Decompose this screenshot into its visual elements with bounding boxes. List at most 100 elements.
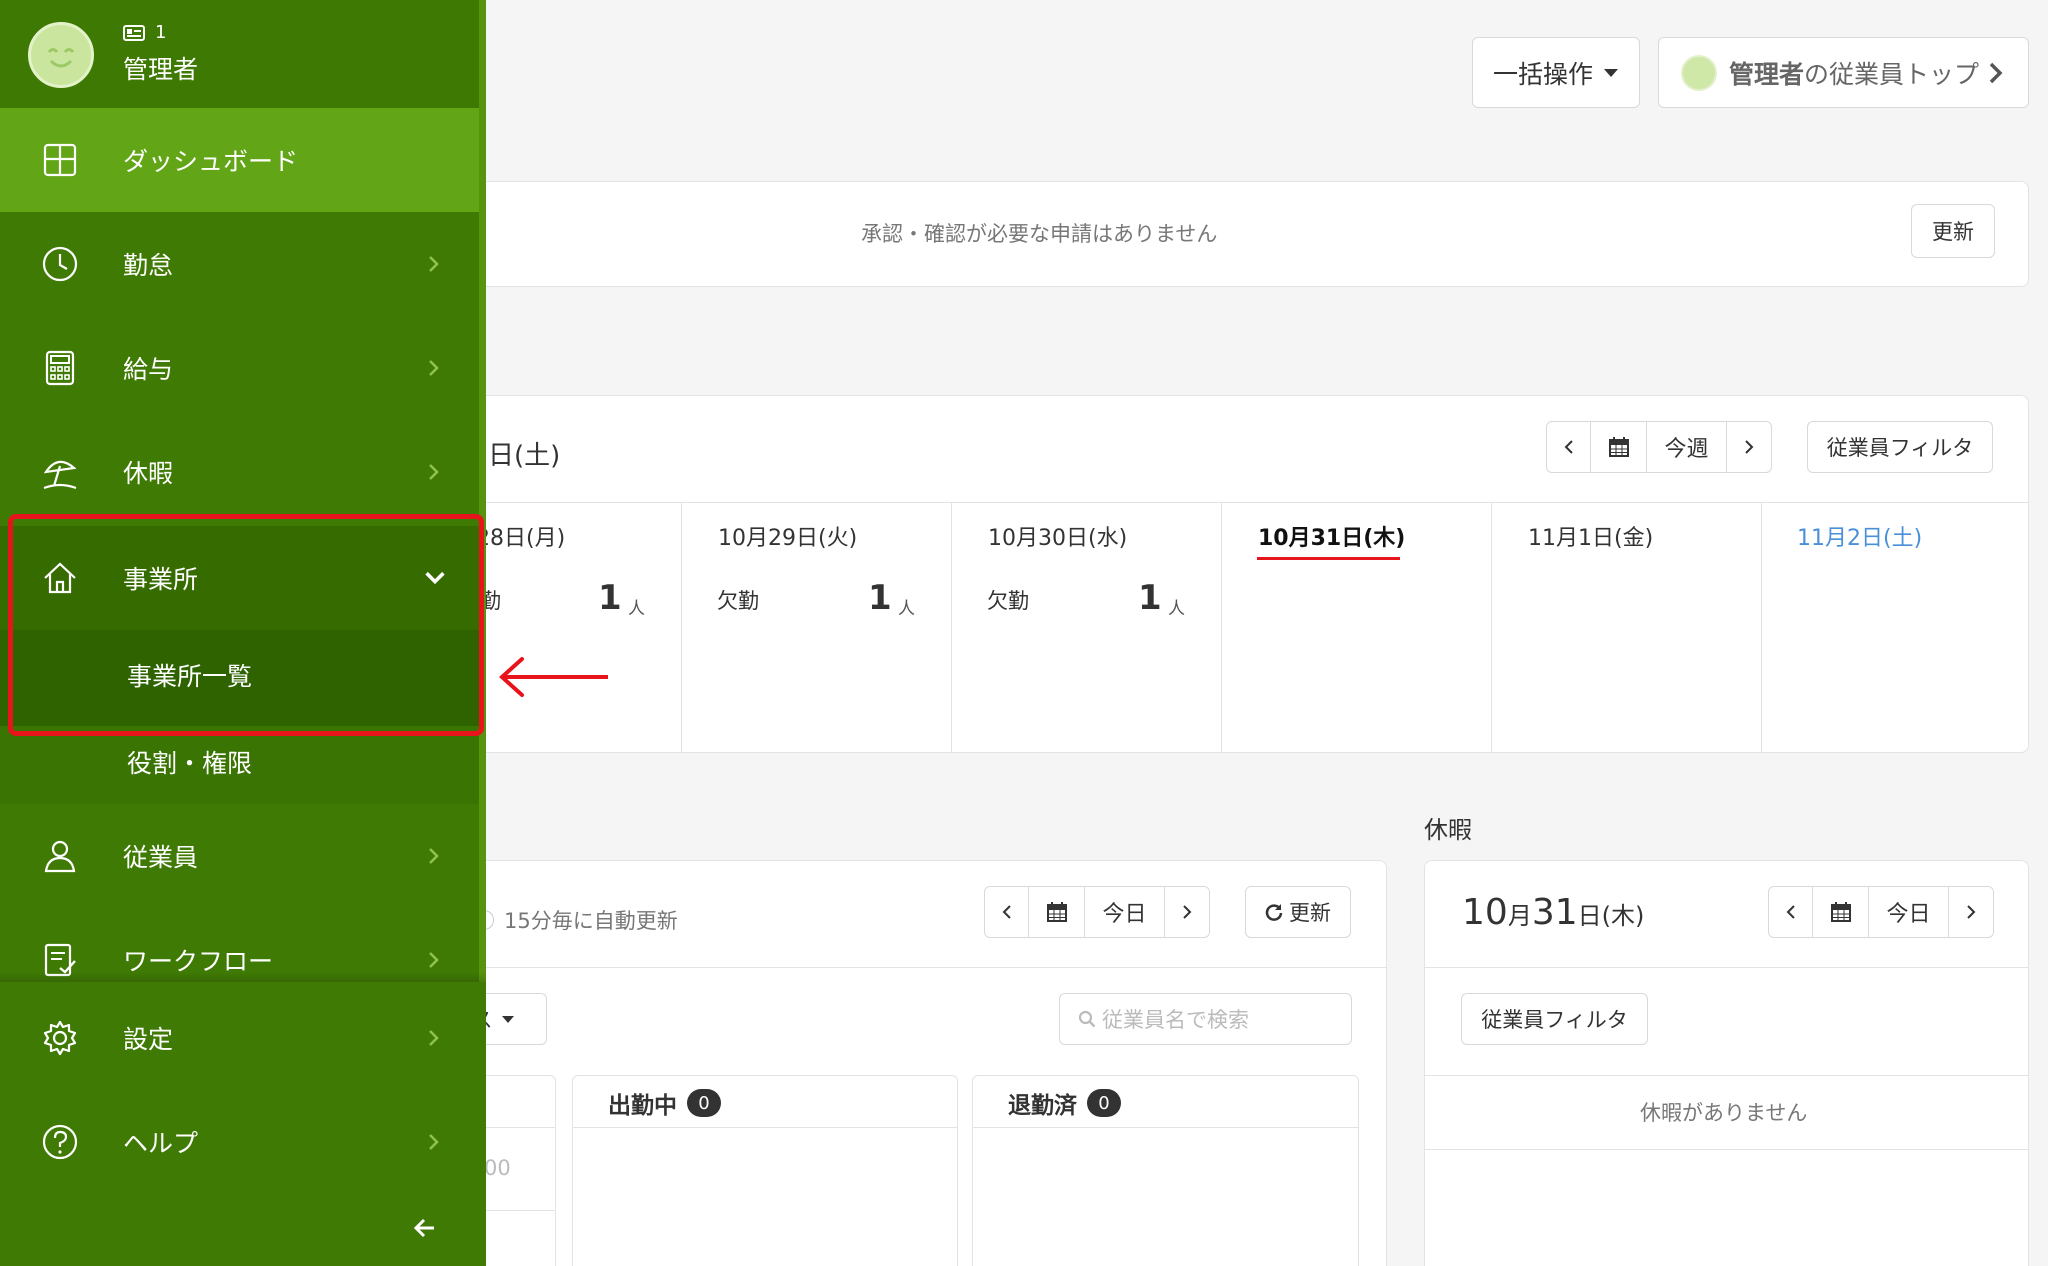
employee-search-input[interactable]: 従業員名で検索 — [1059, 993, 1352, 1045]
vacation-date-day-unit: 日(木) — [1577, 902, 1645, 930]
chevron-right-icon — [1183, 905, 1192, 919]
clock-icon — [42, 246, 78, 282]
vacation-calendar-button[interactable] — [1813, 887, 1869, 937]
chevron-right-icon — [429, 464, 439, 480]
sidebar-item-settings[interactable]: 設定 — [0, 986, 479, 1090]
annotation-arrow-icon — [499, 657, 608, 697]
chevron-left-icon — [1002, 905, 1011, 919]
vacation-date-month: 10 — [1462, 892, 1508, 933]
gear-icon — [43, 1020, 77, 1056]
calendar-icon — [1608, 437, 1629, 457]
day-label: 11月1日(金) — [1528, 526, 1654, 551]
sidebar-item-label: 休暇 — [123, 459, 174, 488]
status-column-in-header: 出勤中 0 — [608, 1086, 721, 1120]
day-count-unit: 人 — [628, 599, 645, 619]
today-underline — [1257, 557, 1400, 560]
sidebar-item-help[interactable]: ヘルプ — [0, 1090, 479, 1194]
attendance-divider — [440, 967, 1387, 968]
chevron-right-icon — [429, 256, 439, 272]
day-label: 10月30日(水) — [988, 526, 1128, 551]
attendance-refresh-label: 更新 — [1289, 901, 1331, 925]
calendar-icon — [1830, 902, 1851, 922]
user-id: 1 — [155, 22, 167, 43]
requests-refresh-button[interactable]: 更新 — [1911, 204, 1995, 258]
vacation-employee-filter-button[interactable]: 従業員フィルタ — [1461, 993, 1648, 1045]
collapse-sidebar-icon[interactable] — [412, 1216, 438, 1240]
sidebar-item-label: 勤怠 — [123, 251, 174, 280]
search-placeholder: 従業員名で検索 — [1102, 1008, 1249, 1032]
day-count-unit: 人 — [898, 599, 915, 619]
next-week-button[interactable] — [1727, 422, 1771, 472]
user-id-row: 1 — [123, 22, 166, 43]
day-label-saturday: 11月2日(土) — [1797, 526, 1923, 551]
sidebar-item-dashboard[interactable]: ダッシュボード — [0, 108, 479, 212]
col-in-count-badge: 0 — [687, 1089, 721, 1117]
vacation-next-day-button[interactable] — [1949, 887, 1993, 937]
calculator-icon — [45, 350, 75, 386]
sidebar-item-label: 従業員 — [123, 843, 199, 872]
col-in-label: 出勤中 — [608, 1093, 677, 1119]
cut-off-value: 00 — [484, 1156, 511, 1180]
vacation-prev-day-button[interactable] — [1769, 887, 1813, 937]
refresh-icon — [1265, 904, 1283, 921]
beach-umbrella-icon — [43, 460, 77, 490]
status-column-out-header: 退勤済 0 — [1008, 1086, 1121, 1120]
vacation-today-button[interactable]: 今日 — [1869, 887, 1949, 937]
user-name: 管理者 — [123, 55, 199, 84]
col-out-count-badge: 0 — [1087, 1089, 1121, 1117]
week-employee-filter-button[interactable]: 従業員フィルタ — [1807, 421, 1993, 473]
sidebar-item-label: 給与 — [123, 355, 174, 384]
sidebar-user-header[interactable]: 1 管理者 — [0, 0, 479, 108]
person-icon — [44, 840, 76, 873]
day-count-unit: 人 — [1168, 599, 1185, 619]
day-label-today: 10月31日(木) — [1258, 526, 1406, 551]
employee-top-button[interactable]: 管理者 の従業員トップ — [1658, 37, 2029, 108]
sidebar-subitem-label: 役割・権限 — [127, 749, 253, 778]
sidebar-item-employees[interactable]: 従業員 — [0, 804, 479, 908]
prev-day-button[interactable] — [985, 887, 1029, 937]
chevron-right-icon — [429, 1030, 439, 1046]
vacation-section-title: 休暇 — [1424, 816, 1472, 844]
calendar-icon — [1046, 902, 1067, 922]
chevron-right-icon — [1989, 62, 2003, 83]
highlight-box — [8, 514, 484, 736]
vacation-day-nav: 今日 — [1768, 886, 1994, 938]
caret-down-icon — [1604, 68, 1618, 77]
vacation-empty-message: 休暇がありません — [1640, 1101, 1808, 1125]
avatar — [28, 22, 94, 88]
day-nav: 今日 — [984, 886, 1210, 938]
day-count: 1 — [868, 578, 892, 618]
day-label: 28日(月) — [476, 526, 566, 551]
col-out-label: 退勤済 — [1008, 1093, 1077, 1119]
day-status: 欠勤 — [987, 589, 1029, 613]
sidebar-item-label: 設定 — [123, 1025, 174, 1054]
search-icon — [1078, 1010, 1096, 1028]
this-week-button[interactable]: 今週 — [1647, 422, 1727, 472]
vacation-divider — [1424, 967, 2029, 968]
week-calendar-button[interactable] — [1591, 422, 1647, 472]
chevron-right-icon — [1967, 905, 1976, 919]
sidebar-item-label: ヘルプ — [123, 1129, 199, 1158]
attendance-refresh-button[interactable]: 更新 — [1245, 886, 1351, 938]
sidebar-item-attendance[interactable]: 勤怠 — [0, 212, 479, 316]
day-count: 1 — [598, 578, 622, 618]
chevron-right-icon — [429, 952, 439, 968]
sidebar-subitem-roles[interactable]: 役割・権限 — [0, 726, 479, 804]
day-calendar-button[interactable] — [1029, 887, 1085, 937]
day-count: 1 — [1138, 578, 1162, 618]
bulk-action-button[interactable]: 一括操作 — [1472, 37, 1640, 108]
sidebar-item-payroll[interactable]: 給与 — [0, 316, 479, 420]
auto-refresh-text: 15分毎に自動更新 — [480, 905, 678, 935]
week-nav: 今週 — [1546, 421, 1772, 473]
caret-down-icon — [501, 1015, 514, 1023]
next-day-button[interactable] — [1165, 887, 1209, 937]
vacation-date-day: 31 — [1531, 892, 1578, 933]
smile-avatar-icon — [1681, 54, 1717, 91]
prev-week-button[interactable] — [1547, 422, 1591, 472]
help-icon — [42, 1124, 78, 1160]
today-button[interactable]: 今日 — [1085, 887, 1165, 937]
smile-icon — [47, 48, 75, 68]
day-status: 欠勤 — [717, 589, 759, 613]
sidebar-item-leave[interactable]: 休暇 — [0, 420, 479, 524]
vacation-divider-3 — [1424, 1149, 2029, 1150]
